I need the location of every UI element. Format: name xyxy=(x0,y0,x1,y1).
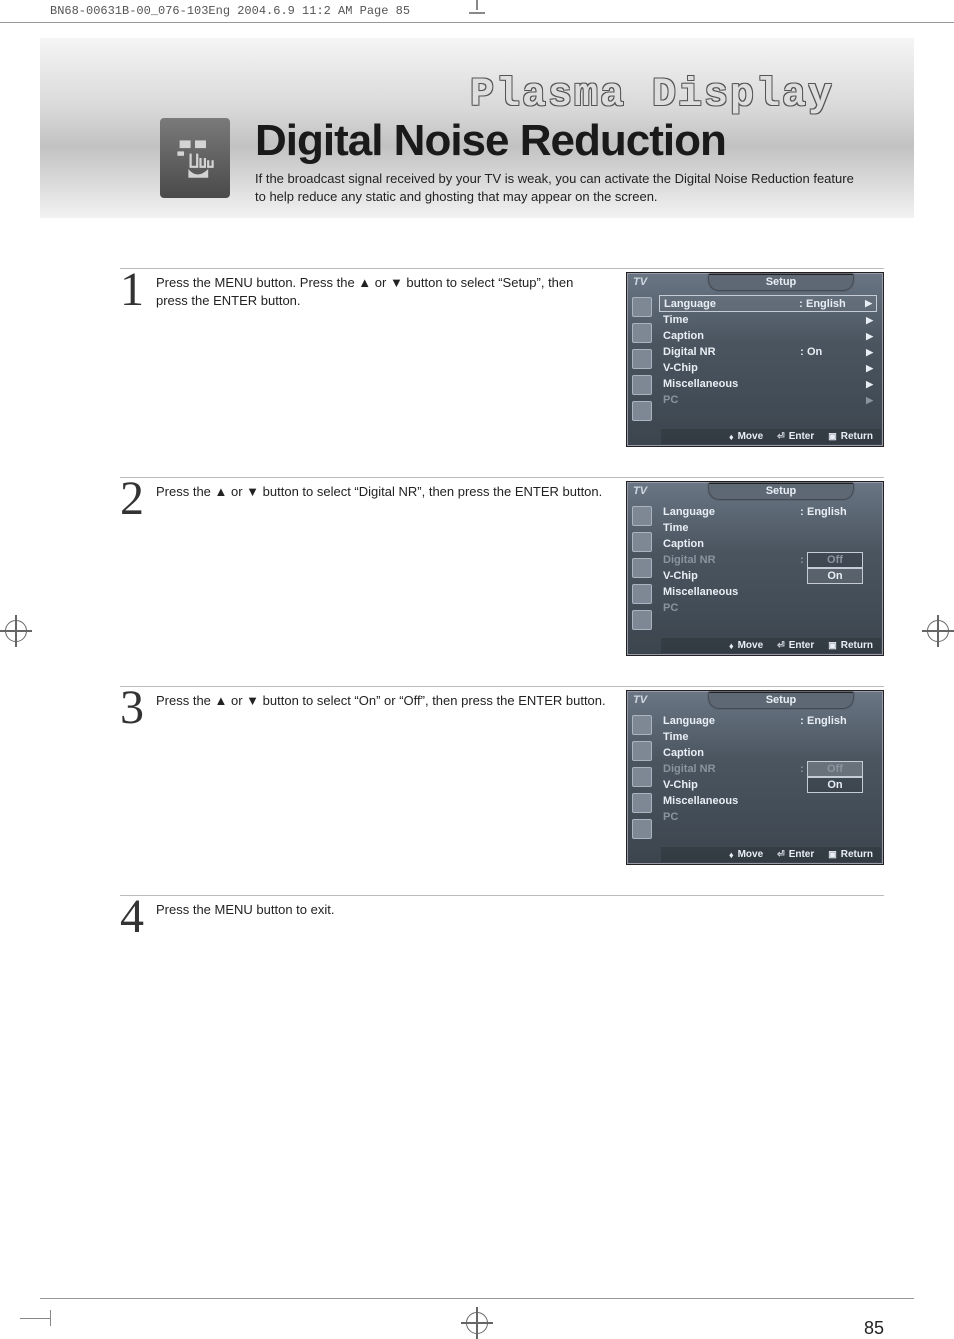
osd-title: Setup xyxy=(709,274,853,290)
crop-mark-icon xyxy=(467,0,487,20)
osd-screenshot-2: TV Setup Language:English Time Caption xyxy=(626,481,884,656)
enter-icon: ⏎ xyxy=(777,640,785,651)
updown-icon: ♦ xyxy=(729,432,734,442)
osd-row-language: Language:English xyxy=(659,504,877,520)
updown-icon: ♦ xyxy=(729,850,734,860)
osd-category-icons xyxy=(627,500,657,636)
corner-crop-mark-icon xyxy=(20,1318,50,1319)
osd-row-pc: PC xyxy=(659,809,877,825)
sound-icon xyxy=(632,532,652,552)
opt-off: Off xyxy=(807,552,863,568)
brand-title: Plasma Display xyxy=(470,73,834,118)
updown-icon: ♦ xyxy=(729,641,734,651)
step-number: 4 xyxy=(120,895,156,938)
osd-screenshot-1: TV Setup Language : xyxy=(626,272,884,447)
chevron-right-icon: ▶ xyxy=(861,347,873,358)
picture-icon xyxy=(632,297,652,317)
step-4: 4 Press the MENU button to exit. xyxy=(120,895,884,938)
osd-footer: ♦Move ⏎Enter ▣Return xyxy=(661,429,881,444)
osd-tv-label: TV xyxy=(627,276,679,288)
registration-mark-icon xyxy=(927,620,949,642)
osd-footer: ♦Move ⏎Enter ▣Return xyxy=(661,638,881,653)
osd-title: Setup xyxy=(709,483,853,499)
pc-icon xyxy=(632,401,652,421)
sound-icon xyxy=(632,323,652,343)
step-2: 2 Press the ▲ or ▼ button to select “Dig… xyxy=(120,477,884,656)
osd-row-digitalnr: Digital NR: Off xyxy=(659,761,877,777)
osd-row-language: Language : English ▶ xyxy=(659,295,877,312)
osd-row-misc: Miscellaneous xyxy=(659,793,877,809)
registration-mark-icon xyxy=(466,1312,488,1334)
osd-row-language: Language:English xyxy=(659,713,877,729)
opt-on: On xyxy=(807,568,863,584)
bottom-crop-line xyxy=(40,1298,914,1299)
osd-row-caption: Caption xyxy=(659,745,877,761)
print-header-text: BN68-00631B-00_076-103Eng 2004.6.9 11:2 … xyxy=(50,4,410,18)
enter-icon: ⏎ xyxy=(777,431,785,442)
chevron-right-icon: ▶ xyxy=(861,395,873,406)
step-number: 3 xyxy=(120,686,156,729)
osd-screenshot-3: TV Setup Language:English Time Caption xyxy=(626,690,884,865)
osd-row-digitalnr: Digital NR:On▶ xyxy=(659,344,877,360)
osd-row-pc: PC xyxy=(659,600,877,616)
osd-row-vchip: V-Chip On xyxy=(659,568,877,584)
opt-on: On xyxy=(807,777,863,793)
channel-icon xyxy=(632,558,652,578)
chevron-right-icon: ▶ xyxy=(860,298,872,309)
pc-icon xyxy=(632,610,652,630)
osd-row-misc: Miscellaneous xyxy=(659,584,877,600)
setup-icon xyxy=(632,584,652,604)
return-icon: ▣ xyxy=(828,849,837,860)
steps-list: 1 Press the MENU button. Press the ▲ or … xyxy=(120,268,884,938)
setup-icon xyxy=(632,793,652,813)
osd-row-digitalnr: Digital NR: Off xyxy=(659,552,877,568)
osd-title: Setup xyxy=(709,692,853,708)
osd-tv-label: TV xyxy=(627,694,679,706)
osd-row-caption: Caption xyxy=(659,536,877,552)
banner: Plasma Display Digital Noise Reduction I… xyxy=(40,38,914,218)
chevron-right-icon: ▶ xyxy=(861,363,873,374)
hand-press-icon xyxy=(160,118,230,198)
osd-row-misc: Miscellaneous▶ xyxy=(659,376,877,392)
step-description: Press the MENU button to exit. xyxy=(156,899,626,919)
osd-footer: ♦Move ⏎Enter ▣Return xyxy=(661,847,881,862)
osd-row-vchip: V-Chip On xyxy=(659,777,877,793)
enter-icon: ⏎ xyxy=(777,849,785,860)
step-1: 1 Press the MENU button. Press the ▲ or … xyxy=(120,268,884,447)
step-3: 3 Press the ▲ or ▼ button to select “On”… xyxy=(120,686,884,865)
chevron-right-icon: ▶ xyxy=(861,315,873,326)
chevron-right-icon: ▶ xyxy=(861,331,873,342)
return-icon: ▣ xyxy=(828,431,837,442)
picture-icon xyxy=(632,715,652,735)
osd-category-icons xyxy=(627,291,657,427)
pc-icon xyxy=(632,819,652,839)
osd-row-pc: PC▶ xyxy=(659,392,877,408)
print-header: BN68-00631B-00_076-103Eng 2004.6.9 11:2 … xyxy=(0,0,954,23)
step-number: 2 xyxy=(120,477,156,520)
opt-off-selected: Off xyxy=(807,761,863,777)
osd-row-time: Time▶ xyxy=(659,312,877,328)
sound-icon xyxy=(632,741,652,761)
osd-tv-label: TV xyxy=(627,485,679,497)
return-icon: ▣ xyxy=(828,640,837,651)
channel-icon xyxy=(632,349,652,369)
channel-icon xyxy=(632,767,652,787)
osd-row-vchip: V-Chip▶ xyxy=(659,360,877,376)
picture-icon xyxy=(632,506,652,526)
page-number: 85 xyxy=(0,1318,884,1339)
osd-row-caption: Caption▶ xyxy=(659,328,877,344)
setup-icon xyxy=(632,375,652,395)
chevron-right-icon: ▶ xyxy=(861,379,873,390)
intro-text: If the broadcast signal received by your… xyxy=(255,170,855,205)
registration-mark-icon xyxy=(5,620,27,642)
osd-row-time: Time xyxy=(659,729,877,745)
osd-row-time: Time xyxy=(659,520,877,536)
osd-category-icons xyxy=(627,709,657,845)
step-description: Press the MENU button. Press the ▲ or ▼ … xyxy=(156,272,626,309)
section-title: Digital Noise Reduction xyxy=(255,116,726,166)
step-description: Press the ▲ or ▼ button to select “Digit… xyxy=(156,481,626,501)
step-description: Press the ▲ or ▼ button to select “On” o… xyxy=(156,690,626,710)
step-number: 1 xyxy=(120,268,156,311)
